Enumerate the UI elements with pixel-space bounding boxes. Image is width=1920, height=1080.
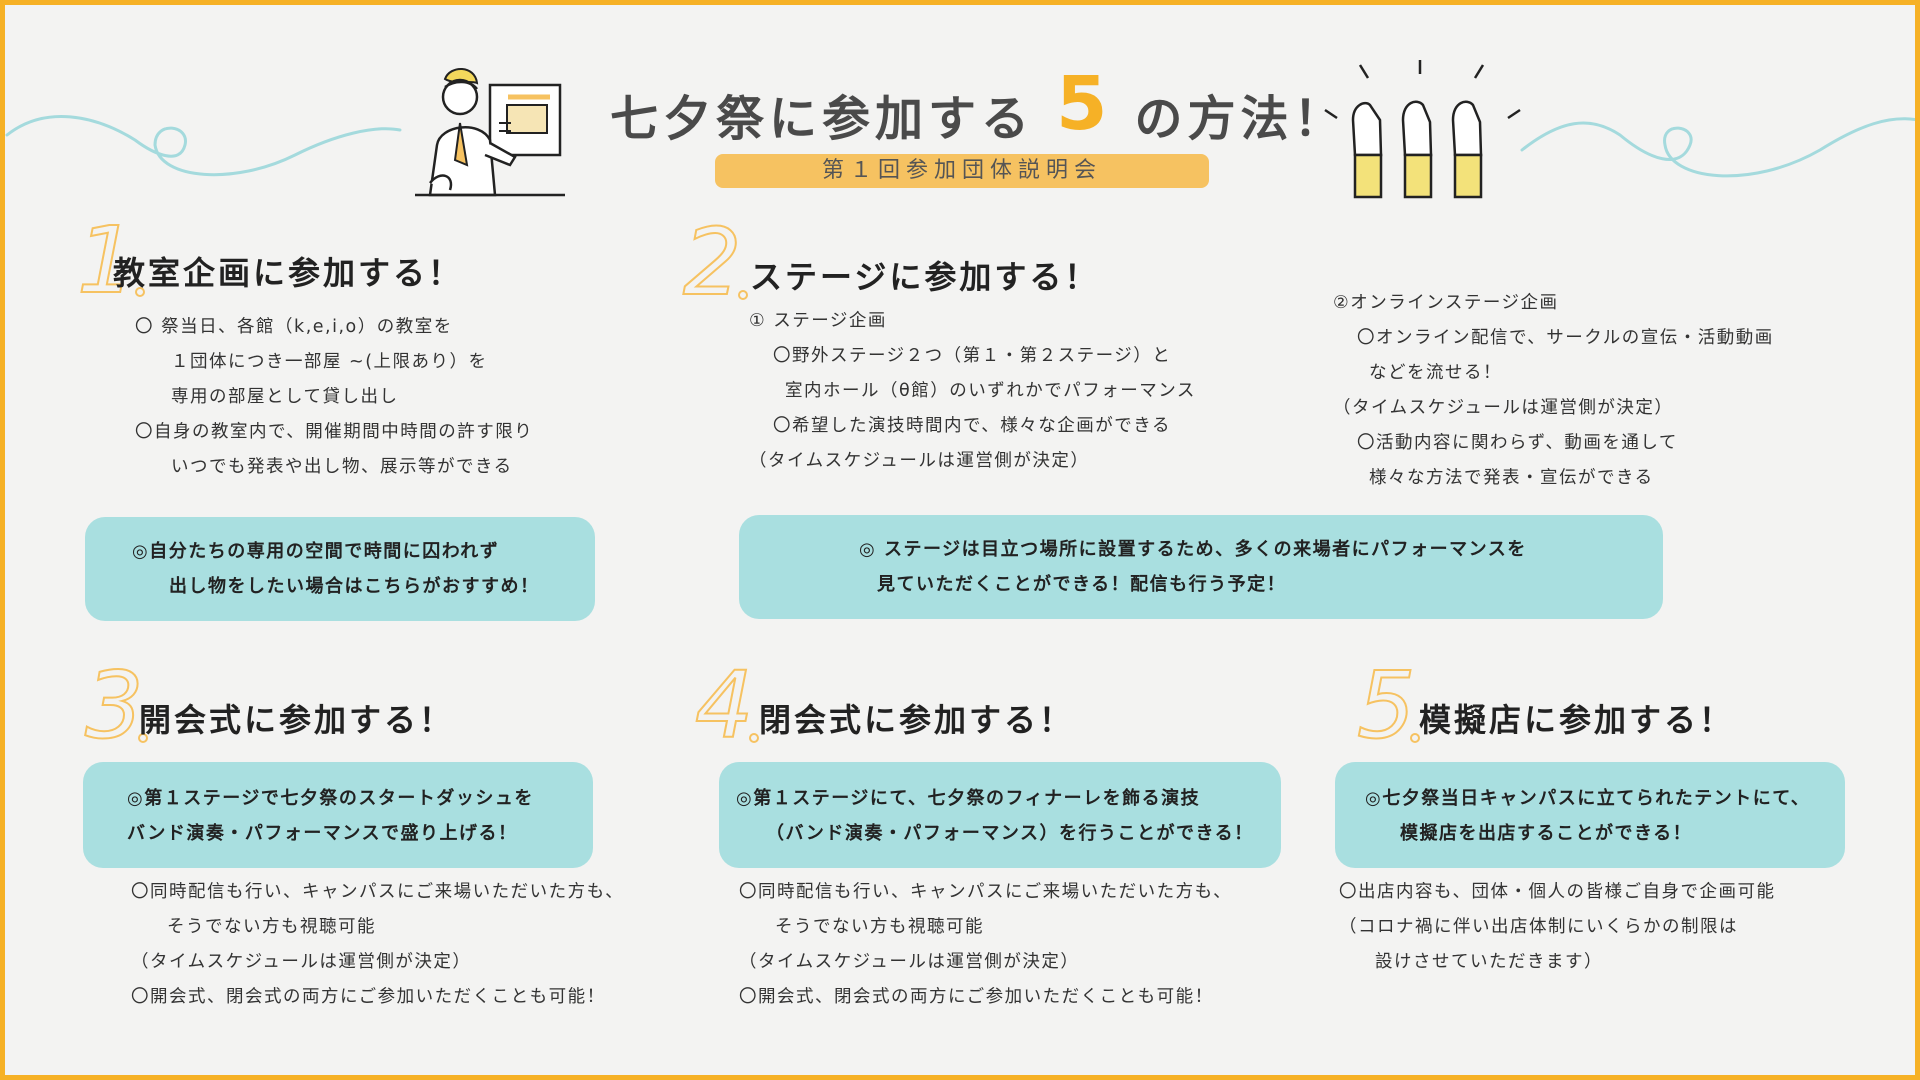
section-2-line: 〇野外ステージ２つ（第１・第２ステージ）と bbox=[773, 346, 1172, 366]
section-3-title: 開会式に参加する！ bbox=[139, 701, 455, 739]
section-4-line: （タイムスケジュールは運営側が決定） bbox=[739, 952, 1080, 972]
section-5-number: 5 bbox=[1356, 652, 1417, 759]
title-pre: 七夕祭に参加する bbox=[610, 91, 1035, 147]
wave-decoration-right bbox=[1520, 117, 1915, 178]
section-2-box-line: 見ていただくことができる！配信も行う予定！ bbox=[877, 574, 1287, 595]
section-5-line: （コロナ禍に伴い出店体制にいくらかの制限は bbox=[1339, 917, 1738, 937]
section-4-line: そうでない方も視聴可能 bbox=[775, 917, 984, 937]
section-4-highlight-box: ◎第１ステージにて、七夕祭のフィナーレを飾る演技 （バンド演奏・パフォーマンス）… bbox=[719, 762, 1281, 868]
section-5-box-line: ◎七夕祭当日キャンパスに立てられたテントにて、 bbox=[1365, 788, 1811, 809]
section-1-highlight-box: ◎自分たちの専用の空間で時間に囚われず 出し物をしたい場合はこちらがおすすめ！ bbox=[85, 517, 595, 621]
section-1-line: １団体につき一部屋 ~(上限あり）を bbox=[171, 352, 488, 372]
section-2-right-body: ②オンラインステージ企画 〇オンライン配信で、サークルの宣伝・活動動画 などを流… bbox=[1333, 286, 1774, 496]
title-number: 5 bbox=[1056, 61, 1113, 147]
section-4-line: 〇開会式、閉会式の両方にご参加いただくことも可能！ bbox=[739, 987, 1214, 1007]
section-2-left-body: ① ステージ企画 〇野外ステージ２つ（第１・第２ステージ）と 室内ホール（θ館）… bbox=[749, 304, 1196, 479]
section-4-box-line: （バンド演奏・パフォーマンス）を行うことができる！ bbox=[766, 823, 1254, 844]
section-1-line: 〇自身の教室内で、開催期間中時間の許す限り bbox=[135, 422, 534, 442]
section-4-number: 4 bbox=[694, 652, 755, 759]
section-3-line: 〇同時配信も行い、キャンパスにご来場いただいた方も、 bbox=[131, 882, 625, 902]
section-1-line: いつでも発表や出し物、展示等ができる bbox=[171, 457, 513, 477]
section-1-box-line: ◎自分たちの専用の空間で時間に囚われず bbox=[132, 541, 500, 562]
section-5-line: 〇出店内容も、団体・個人の皆様ご自身で企画可能 bbox=[1339, 882, 1776, 902]
section-2-line: 〇活動内容に関わらず、動画を通して bbox=[1357, 433, 1678, 453]
section-3-highlight-box: ◎第１ステージで七夕祭のスタートダッシュを バンド演奏・パフォーマンスで盛り上げ… bbox=[83, 762, 593, 868]
section-1-line: 専用の部屋として貸し出し bbox=[171, 387, 399, 407]
section-3-line: そうでない方も視聴可能 bbox=[167, 917, 376, 937]
section-4-title: 閉会式に参加する！ bbox=[759, 701, 1075, 739]
section-3-box-line: バンド演奏・パフォーマンスで盛り上げる！ bbox=[127, 823, 518, 844]
section-1-body: 〇 祭当日、各館（k,e,i,o）の教室を １団体につき一部屋 ~(上限あり）を… bbox=[135, 310, 533, 485]
section-4-box-line: ◎第１ステージにて、七夕祭のフィナーレを飾る演技 bbox=[736, 788, 1201, 809]
page-title: 七夕祭に参加する 5 の方法！ bbox=[610, 61, 1347, 153]
wave-decoration-left bbox=[5, 115, 402, 177]
section-1-line: 〇 祭当日、各館（k,e,i,o）の教室を bbox=[135, 317, 453, 337]
section-4-line: 〇同時配信も行い、キャンパスにご来場いただいた方も、 bbox=[739, 882, 1233, 902]
section-4-dot bbox=[749, 733, 759, 743]
section-5-line: 設けさせていただきます） bbox=[1375, 952, 1603, 972]
section-3-line: 〇開会式、閉会式の両方にご参加いただくことも可能！ bbox=[131, 987, 606, 1007]
section-4-body: 〇同時配信も行い、キャンパスにご来場いただいた方も、 そうでない方も視聴可能 （… bbox=[739, 875, 1232, 1015]
slide-frame: 七夕祭に参加する 5 の方法！ 第１回参加団体説明会 1 教室企画に参加する！ 〇 … bbox=[0, 0, 1920, 1080]
section-2-line: などを流せる！ bbox=[1369, 363, 1502, 383]
section-2-box-line: ◎ ステージは目立つ場所に設置するため、多くの来場者にパフォーマンスを bbox=[859, 539, 1527, 560]
section-2-line: 〇オンライン配信で、サークルの宣伝・活動動画 bbox=[1357, 328, 1774, 348]
section-2-line: 〇希望した演技時間内で、様々な企画ができる bbox=[773, 416, 1171, 436]
raised-hands-illustration bbox=[1324, 60, 1521, 199]
section-2-dot bbox=[738, 290, 748, 300]
section-2-highlight-box: ◎ ステージは目立つ場所に設置するため、多くの来場者にパフォーマンスを 見ていた… bbox=[739, 515, 1663, 619]
section-2-number: 2 bbox=[682, 209, 743, 316]
section-2-line: 室内ホール（θ館）のいずれかでパフォーマンス bbox=[785, 381, 1196, 401]
section-3-line: （タイムスケジュールは運営側が決定） bbox=[131, 952, 472, 972]
section-2-line: （タイムスケジュールは運営側が決定） bbox=[1333, 398, 1674, 418]
section-2-line: ① ステージ企画 bbox=[749, 311, 887, 331]
section-3-body: 〇同時配信も行い、キャンパスにご来場いただいた方も、 そうでない方も視聴可能 （… bbox=[131, 875, 624, 1015]
section-5-title: 模擬店に参加する！ bbox=[1419, 701, 1735, 739]
section-3-number: 3 bbox=[84, 652, 145, 759]
section-1-box-line: 出し物をしたい場合はこちらがおすすめ！ bbox=[169, 576, 540, 597]
section-2-title: ステージに参加する！ bbox=[750, 258, 1100, 296]
subtitle-pill: 第１回参加団体説明会 bbox=[715, 154, 1209, 188]
section-2-line: （タイムスケジュールは運営側が決定） bbox=[749, 451, 1090, 471]
section-5-box-line: 模擬店を出店することができる！ bbox=[1400, 823, 1693, 844]
section-1-title: 教室企画に参加する！ bbox=[113, 254, 464, 292]
section-2-line: 様々な方法で発表・宣伝ができる bbox=[1369, 468, 1654, 488]
section-5-body: 〇出店内容も、団体・個人の皆様ご自身で企画可能 （コロナ禍に伴い出店体制にいくら… bbox=[1339, 875, 1775, 980]
section-2-line: ②オンラインステージ企画 bbox=[1333, 293, 1559, 313]
section-3-box-line: ◎第１ステージで七夕祭のスタートダッシュを bbox=[127, 788, 534, 809]
section-5-highlight-box: ◎七夕祭当日キャンパスに立てられたテントにて、 模擬店を出店することができる！ bbox=[1335, 762, 1845, 868]
title-post: の方法！ bbox=[1134, 91, 1347, 147]
presenter-illustration bbox=[415, 68, 565, 197]
